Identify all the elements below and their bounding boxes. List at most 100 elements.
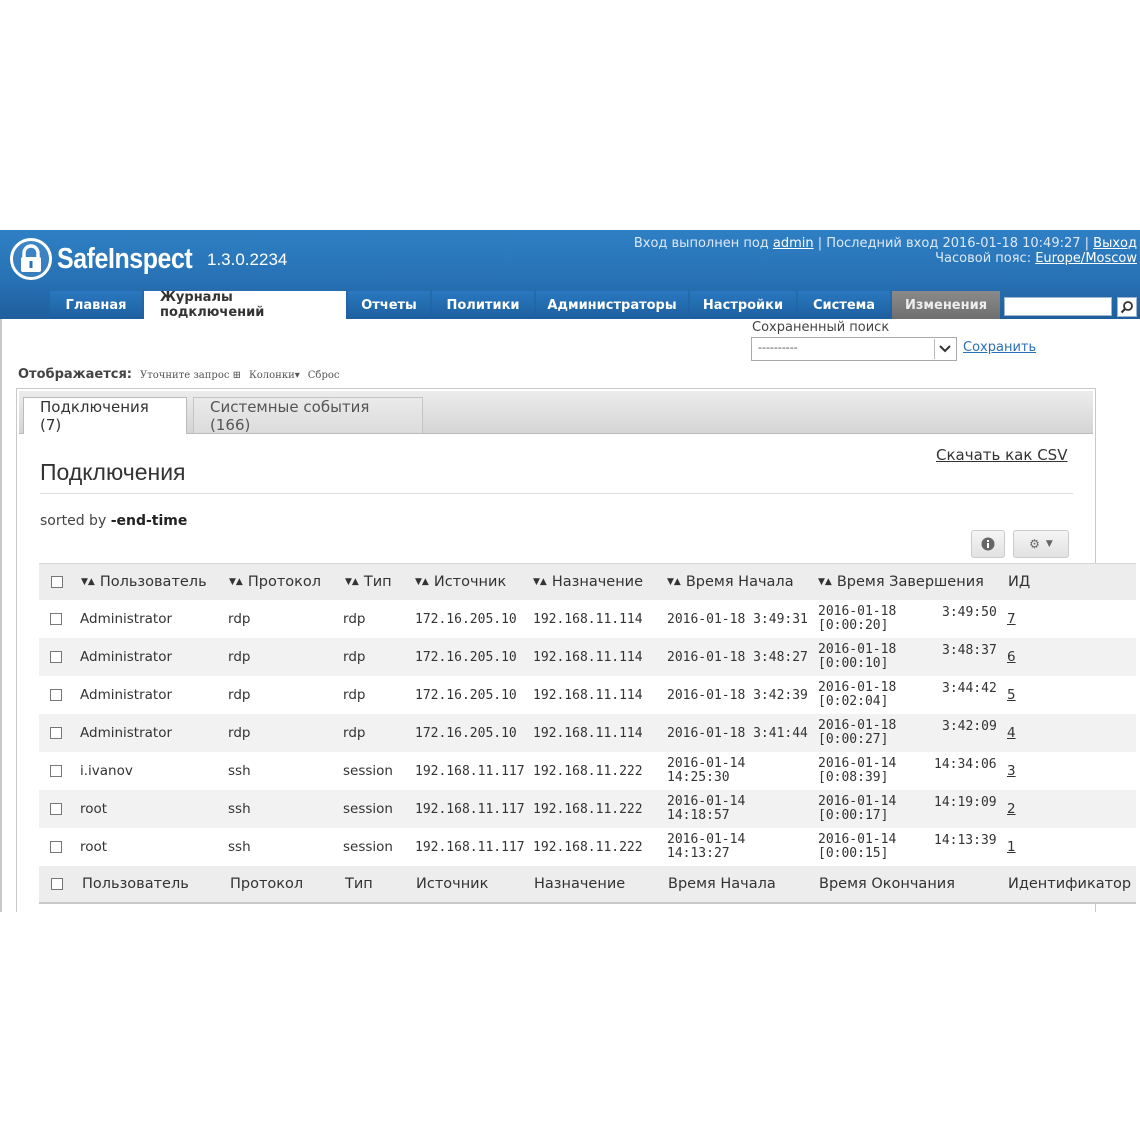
sort-arrows-icon[interactable]: ▼▲ bbox=[533, 577, 547, 587]
session-id-link[interactable]: 5 bbox=[1007, 687, 1016, 703]
table-row[interactable]: Administrator rdp rdp 172.16.205.10 192.… bbox=[39, 676, 1136, 714]
table-row[interactable]: Administrator rdp rdp 172.16.205.10 192.… bbox=[39, 714, 1136, 752]
sort-arrows-icon[interactable]: ▼▲ bbox=[667, 577, 681, 587]
caret-down-icon: ▼ bbox=[1045, 539, 1053, 549]
col-header-end-time[interactable]: ▼▲ Время Завершения bbox=[818, 564, 984, 600]
cell-protocol: ssh bbox=[228, 763, 251, 779]
cell-id[interactable]: 3 bbox=[1007, 752, 1016, 790]
saved-search-select[interactable]: ---------- bbox=[751, 337, 957, 361]
nav-tab-settings[interactable]: Настройки bbox=[690, 291, 796, 319]
reset-link[interactable]: Сброс bbox=[308, 370, 340, 381]
settings-dropdown-button[interactable]: ⚙ ▼ bbox=[1013, 530, 1069, 558]
row-checkbox[interactable] bbox=[50, 600, 62, 638]
info-button[interactable] bbox=[971, 530, 1005, 558]
nav-search-input[interactable] bbox=[1004, 297, 1112, 316]
footer-user: Пользователь bbox=[82, 876, 189, 892]
cell-start-time: 2016-01-14 14:18:57 bbox=[667, 794, 746, 823]
nav-tab-reports[interactable]: Отчеты bbox=[348, 291, 430, 319]
row-checkbox[interactable] bbox=[50, 676, 62, 714]
end-clock: 3:49:50 bbox=[942, 605, 997, 620]
end-date: 2016-01-18 bbox=[818, 642, 897, 657]
sort-arrows-icon[interactable]: ▼▲ bbox=[415, 577, 429, 587]
session-id-link[interactable]: 1 bbox=[1007, 839, 1016, 855]
cell-id[interactable]: 6 bbox=[1007, 638, 1016, 676]
download-csv-link[interactable]: Скачать как CSV bbox=[936, 446, 1067, 464]
logout-link[interactable]: Выход bbox=[1093, 236, 1137, 251]
cell-id[interactable]: 5 bbox=[1007, 676, 1016, 714]
col-header-start-time[interactable]: ▼▲ Время Начала bbox=[667, 564, 794, 600]
end-date: 2016-01-18 bbox=[818, 718, 897, 733]
version-label: 1.3.0.2234 bbox=[207, 250, 288, 269]
row-checkbox[interactable] bbox=[50, 714, 62, 752]
cell-id[interactable]: 7 bbox=[1007, 600, 1016, 638]
table-row[interactable]: Administrator rdp rdp 172.16.205.10 192.… bbox=[39, 638, 1136, 676]
end-duration: [0:00:10] bbox=[818, 656, 889, 671]
col-header-id[interactable]: ИД bbox=[1008, 564, 1030, 600]
content-border bbox=[0, 319, 2, 912]
nav-tab-connection-logs[interactable]: Журналы подключений bbox=[144, 290, 346, 320]
session-id-link[interactable]: 7 bbox=[1007, 611, 1016, 627]
nav-tab-system[interactable]: Система bbox=[798, 291, 890, 319]
select-all-checkbox[interactable] bbox=[51, 564, 63, 600]
save-search-link[interactable]: Сохранить bbox=[963, 340, 1036, 355]
col-header-protocol[interactable]: ▼▲ Протокол bbox=[229, 564, 321, 600]
session-id-link[interactable]: 3 bbox=[1007, 763, 1016, 779]
cell-id[interactable]: 1 bbox=[1007, 828, 1016, 866]
row-checkbox[interactable] bbox=[50, 828, 62, 866]
nav-tab-policies[interactable]: Политики bbox=[432, 291, 534, 319]
session-id-link[interactable]: 4 bbox=[1007, 725, 1016, 741]
cell-end-time: 2016-01-14 [0:00:15] bbox=[818, 828, 896, 866]
sort-arrows-icon[interactable]: ▼▲ bbox=[345, 577, 359, 587]
caret-down-icon: ▾ bbox=[294, 370, 300, 381]
user-info: Вход выполнен под admin | Последний вход… bbox=[634, 236, 1137, 266]
user-link[interactable]: admin bbox=[773, 236, 814, 251]
refine-query-link[interactable]: Уточните запрос ⊞ bbox=[140, 370, 241, 381]
col-header-destination[interactable]: ▼▲ Назначение bbox=[533, 564, 643, 600]
table-row[interactable]: root ssh session 192.168.11.117 192.168.… bbox=[39, 790, 1136, 828]
session-id-link[interactable]: 6 bbox=[1007, 649, 1016, 665]
select-all-checkbox-footer[interactable] bbox=[51, 866, 63, 902]
col-header-user[interactable]: ▼▲ Пользователь bbox=[81, 564, 207, 600]
end-duration: [0:02:04] bbox=[818, 694, 889, 709]
cell-start-time: 2016-01-18 3:42:39 bbox=[667, 687, 808, 703]
search-icon bbox=[1120, 301, 1133, 314]
sort-indicator: sorted by -end-time bbox=[40, 513, 188, 529]
cell-type: session bbox=[343, 801, 393, 817]
col-header-type[interactable]: ▼▲ Тип bbox=[345, 564, 392, 600]
cell-start-time: 2016-01-18 3:41:44 bbox=[667, 725, 808, 741]
cell-id[interactable]: 2 bbox=[1007, 790, 1016, 828]
cell-id[interactable]: 4 bbox=[1007, 714, 1016, 752]
row-checkbox[interactable] bbox=[50, 752, 62, 790]
sort-arrows-icon[interactable]: ▼▲ bbox=[81, 577, 95, 587]
tab-connections[interactable]: Подключения (7) bbox=[23, 397, 187, 434]
table-row[interactable]: Administrator rdp rdp 172.16.205.10 192.… bbox=[39, 600, 1136, 638]
sort-arrows-icon[interactable]: ▼▲ bbox=[229, 577, 243, 587]
session-id-link[interactable]: 2 bbox=[1007, 801, 1016, 817]
row-checkbox[interactable] bbox=[50, 638, 62, 676]
nav-tab-changes[interactable]: Изменения bbox=[892, 291, 1000, 319]
end-clock: 14:13:39 bbox=[934, 833, 997, 848]
brand-name: SafeInspect bbox=[57, 242, 193, 275]
cell-protocol: rdp bbox=[228, 725, 251, 741]
col-header-source[interactable]: ▼▲ Источник bbox=[415, 564, 506, 600]
last-login: | Последний вход 2016-01-18 10:49:27 | bbox=[817, 236, 1090, 251]
end-duration: [0:00:27] bbox=[818, 732, 889, 747]
sort-arrows-icon[interactable]: ▼▲ bbox=[818, 577, 832, 587]
nav-tab-home[interactable]: Главная bbox=[50, 291, 142, 319]
footer-destination: Назначение bbox=[534, 876, 626, 892]
row-checkbox[interactable] bbox=[50, 790, 62, 828]
end-clock: 3:48:37 bbox=[942, 643, 997, 658]
table-row[interactable]: i.ivanov ssh session 192.168.11.117 192.… bbox=[39, 752, 1136, 790]
timezone-link[interactable]: Europe/Moscow bbox=[1035, 251, 1137, 266]
cell-end-time: 2016-01-18 [0:00:10] bbox=[818, 638, 896, 676]
search-button[interactable] bbox=[1117, 297, 1137, 317]
cell-user: Administrator bbox=[80, 649, 173, 665]
cell-type: session bbox=[343, 839, 393, 855]
nav-tab-administrators[interactable]: Администраторы bbox=[536, 291, 688, 319]
cell-source: 192.168.11.117 bbox=[415, 763, 525, 779]
tab-system-events[interactable]: Системные события (166) bbox=[193, 397, 423, 434]
table-row[interactable]: root ssh session 192.168.11.117 192.168.… bbox=[39, 828, 1136, 866]
logo[interactable]: SafeInspect bbox=[10, 234, 214, 284]
end-clock: 14:34:06 bbox=[934, 757, 997, 772]
columns-menu[interactable]: Колонки▾ bbox=[249, 370, 300, 381]
